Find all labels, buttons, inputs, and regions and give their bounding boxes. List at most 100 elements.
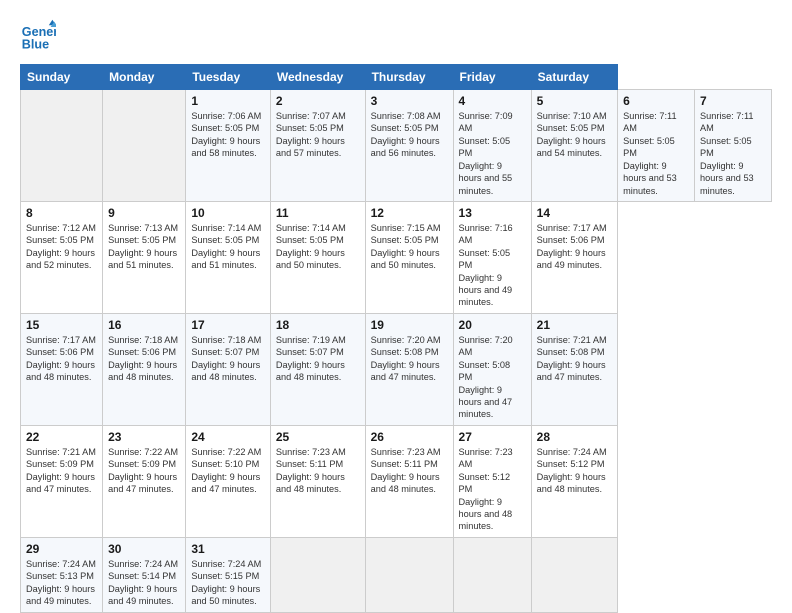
calendar-cell: 25 Sunrise: 7:23 AMSunset: 5:11 PMDayligh… bbox=[270, 425, 365, 537]
calendar-cell: 18 Sunrise: 7:19 AMSunset: 5:07 PMDayligh… bbox=[270, 313, 365, 425]
day-header-sunday: Sunday bbox=[21, 65, 103, 90]
day-header-saturday: Saturday bbox=[531, 65, 617, 90]
calendar-cell bbox=[453, 537, 531, 612]
day-number: 12 bbox=[371, 206, 448, 220]
day-info: Sunrise: 7:24 AMSunset: 5:15 PMDaylight:… bbox=[191, 559, 261, 606]
week-row-4: 22 Sunrise: 7:21 AMSunset: 5:09 PMDayligh… bbox=[21, 425, 772, 537]
day-info: Sunrise: 7:23 AMSunset: 5:11 PMDaylight:… bbox=[276, 447, 346, 494]
day-number: 18 bbox=[276, 318, 360, 332]
calendar-cell: 9Sunrise: 7:13 AMSunset: 5:05 PMDaylight… bbox=[103, 201, 186, 313]
calendar-cell bbox=[103, 90, 186, 202]
calendar-cell: 2Sunrise: 7:07 AMSunset: 5:05 PMDaylight… bbox=[270, 90, 365, 202]
day-info: Sunrise: 7:23 AMSunset: 5:11 PMDaylight:… bbox=[371, 447, 441, 494]
day-number: 28 bbox=[537, 430, 612, 444]
day-info: Sunrise: 7:21 AMSunset: 5:08 PMDaylight:… bbox=[537, 335, 607, 382]
calendar-cell: 10 Sunrise: 7:14 AMSunset: 5:05 PMDayligh… bbox=[186, 201, 271, 313]
calendar-cell: 3Sunrise: 7:08 AMSunset: 5:05 PMDaylight… bbox=[365, 90, 453, 202]
day-info: Sunrise: 7:07 AMSunset: 5:05 PMDaylight:… bbox=[276, 111, 346, 158]
day-number: 22 bbox=[26, 430, 97, 444]
calendar-cell: 27Sunrise: 7:23 AMSunset: 5:12 PMDayligh… bbox=[453, 425, 531, 537]
calendar-cell: 17 Sunrise: 7:18 AMSunset: 5:07 PMDayligh… bbox=[186, 313, 271, 425]
calendar-cell: 23Sunrise: 7:22 AMSunset: 5:09 PMDayligh… bbox=[103, 425, 186, 537]
day-number: 20 bbox=[459, 318, 526, 332]
day-number: 30 bbox=[108, 542, 180, 556]
day-header-friday: Friday bbox=[453, 65, 531, 90]
day-info: Sunrise: 7:19 AMSunset: 5:07 PMDaylight:… bbox=[276, 335, 346, 382]
day-number: 9 bbox=[108, 206, 180, 220]
calendar-cell bbox=[21, 90, 103, 202]
day-info: Sunrise: 7:22 AMSunset: 5:10 PMDaylight:… bbox=[191, 447, 261, 494]
day-info: Sunrise: 7:18 AMSunset: 5:07 PMDaylight:… bbox=[191, 335, 261, 382]
day-number: 26 bbox=[371, 430, 448, 444]
day-number: 29 bbox=[26, 542, 97, 556]
day-info: Sunrise: 7:24 AMSunset: 5:14 PMDaylight:… bbox=[108, 559, 178, 606]
calendar-cell bbox=[365, 537, 453, 612]
calendar-page: General Blue SundayMondayTuesdayWednesda… bbox=[0, 0, 792, 612]
day-number: 7 bbox=[700, 94, 766, 108]
calendar-cell: 29 Sunrise: 7:24 AMSunset: 5:13 PMDayligh… bbox=[21, 537, 103, 612]
day-info: Sunrise: 7:17 AMSunset: 5:06 PMDaylight:… bbox=[26, 335, 96, 382]
day-info: Sunrise: 7:24 AMSunset: 5:12 PMDaylight:… bbox=[537, 447, 607, 494]
calendar-cell: 21Sunrise: 7:21 AMSunset: 5:08 PMDayligh… bbox=[531, 313, 617, 425]
calendar-cell: 16 Sunrise: 7:18 AMSunset: 5:06 PMDayligh… bbox=[103, 313, 186, 425]
calendar-body: 1Sunrise: 7:06 AMSunset: 5:05 PMDaylight… bbox=[21, 90, 772, 613]
day-number: 4 bbox=[459, 94, 526, 108]
day-number: 16 bbox=[108, 318, 180, 332]
day-number: 1 bbox=[191, 94, 265, 108]
day-info: Sunrise: 7:20 AMSunset: 5:08 PMDaylight:… bbox=[459, 335, 513, 420]
calendar-cell: 1Sunrise: 7:06 AMSunset: 5:05 PMDaylight… bbox=[186, 90, 271, 202]
calendar-cell: 26 Sunrise: 7:23 AMSunset: 5:11 PMDayligh… bbox=[365, 425, 453, 537]
calendar-cell: 15Sunrise: 7:17 AMSunset: 5:06 PMDayligh… bbox=[21, 313, 103, 425]
day-info: Sunrise: 7:09 AMSunset: 5:05 PMDaylight:… bbox=[459, 111, 513, 196]
week-row-5: 29 Sunrise: 7:24 AMSunset: 5:13 PMDayligh… bbox=[21, 537, 772, 612]
svg-text:Blue: Blue bbox=[22, 38, 49, 52]
week-row-3: 15Sunrise: 7:17 AMSunset: 5:06 PMDayligh… bbox=[21, 313, 772, 425]
day-info: Sunrise: 7:14 AMSunset: 5:05 PMDaylight:… bbox=[191, 223, 261, 270]
day-header-tuesday: Tuesday bbox=[186, 65, 271, 90]
logo-icon: General Blue bbox=[20, 18, 56, 54]
calendar-cell: 7 Sunrise: 7:11 AMSunset: 5:05 PMDaylight… bbox=[695, 90, 772, 202]
day-info: Sunrise: 7:21 AMSunset: 5:09 PMDaylight:… bbox=[26, 447, 96, 494]
calendar-cell: 20 Sunrise: 7:20 AMSunset: 5:08 PMDayligh… bbox=[453, 313, 531, 425]
calendar-cell: 12 Sunrise: 7:15 AMSunset: 5:05 PMDayligh… bbox=[365, 201, 453, 313]
calendar-cell bbox=[270, 537, 365, 612]
calendar-cell: 13 Sunrise: 7:16 AMSunset: 5:05 PMDayligh… bbox=[453, 201, 531, 313]
day-header-thursday: Thursday bbox=[365, 65, 453, 90]
calendar-cell: 4 Sunrise: 7:09 AMSunset: 5:05 PMDaylight… bbox=[453, 90, 531, 202]
day-number: 10 bbox=[191, 206, 265, 220]
day-info: Sunrise: 7:12 AMSunset: 5:05 PMDaylight:… bbox=[26, 223, 96, 270]
day-info: Sunrise: 7:11 AMSunset: 5:05 PMDaylight:… bbox=[700, 111, 754, 196]
day-number: 25 bbox=[276, 430, 360, 444]
day-number: 17 bbox=[191, 318, 265, 332]
day-info: Sunrise: 7:10 AMSunset: 5:05 PMDaylight:… bbox=[537, 111, 607, 158]
day-number: 27 bbox=[459, 430, 526, 444]
header: General Blue bbox=[20, 18, 772, 54]
day-header-wednesday: Wednesday bbox=[270, 65, 365, 90]
week-row-1: 1Sunrise: 7:06 AMSunset: 5:05 PMDaylight… bbox=[21, 90, 772, 202]
day-number: 6 bbox=[623, 94, 689, 108]
day-header-monday: Monday bbox=[103, 65, 186, 90]
day-info: Sunrise: 7:18 AMSunset: 5:06 PMDaylight:… bbox=[108, 335, 178, 382]
day-number: 31 bbox=[191, 542, 265, 556]
day-number: 11 bbox=[276, 206, 360, 220]
day-number: 3 bbox=[371, 94, 448, 108]
calendar-cell: 14Sunrise: 7:17 AMSunset: 5:06 PMDayligh… bbox=[531, 201, 617, 313]
calendar-cell: 24 Sunrise: 7:22 AMSunset: 5:10 PMDayligh… bbox=[186, 425, 271, 537]
day-number: 5 bbox=[537, 94, 612, 108]
calendar-header-row: SundayMondayTuesdayWednesdayThursdayFrid… bbox=[21, 65, 772, 90]
day-number: 8 bbox=[26, 206, 97, 220]
day-number: 24 bbox=[191, 430, 265, 444]
calendar-cell: 19Sunrise: 7:20 AMSunset: 5:08 PMDayligh… bbox=[365, 313, 453, 425]
day-info: Sunrise: 7:15 AMSunset: 5:05 PMDaylight:… bbox=[371, 223, 441, 270]
day-info: Sunrise: 7:17 AMSunset: 5:06 PMDaylight:… bbox=[537, 223, 607, 270]
calendar-cell bbox=[531, 537, 617, 612]
day-info: Sunrise: 7:14 AMSunset: 5:05 PMDaylight:… bbox=[276, 223, 346, 270]
calendar-cell: 5 Sunrise: 7:10 AMSunset: 5:05 PMDaylight… bbox=[531, 90, 617, 202]
calendar-table: SundayMondayTuesdayWednesdayThursdayFrid… bbox=[20, 64, 772, 613]
day-info: Sunrise: 7:16 AMSunset: 5:05 PMDaylight:… bbox=[459, 223, 513, 308]
calendar-cell: 22 Sunrise: 7:21 AMSunset: 5:09 PMDayligh… bbox=[21, 425, 103, 537]
day-info: Sunrise: 7:24 AMSunset: 5:13 PMDaylight:… bbox=[26, 559, 96, 606]
calendar-cell: 8 Sunrise: 7:12 AMSunset: 5:05 PMDaylight… bbox=[21, 201, 103, 313]
day-number: 13 bbox=[459, 206, 526, 220]
day-info: Sunrise: 7:22 AMSunset: 5:09 PMDaylight:… bbox=[108, 447, 178, 494]
